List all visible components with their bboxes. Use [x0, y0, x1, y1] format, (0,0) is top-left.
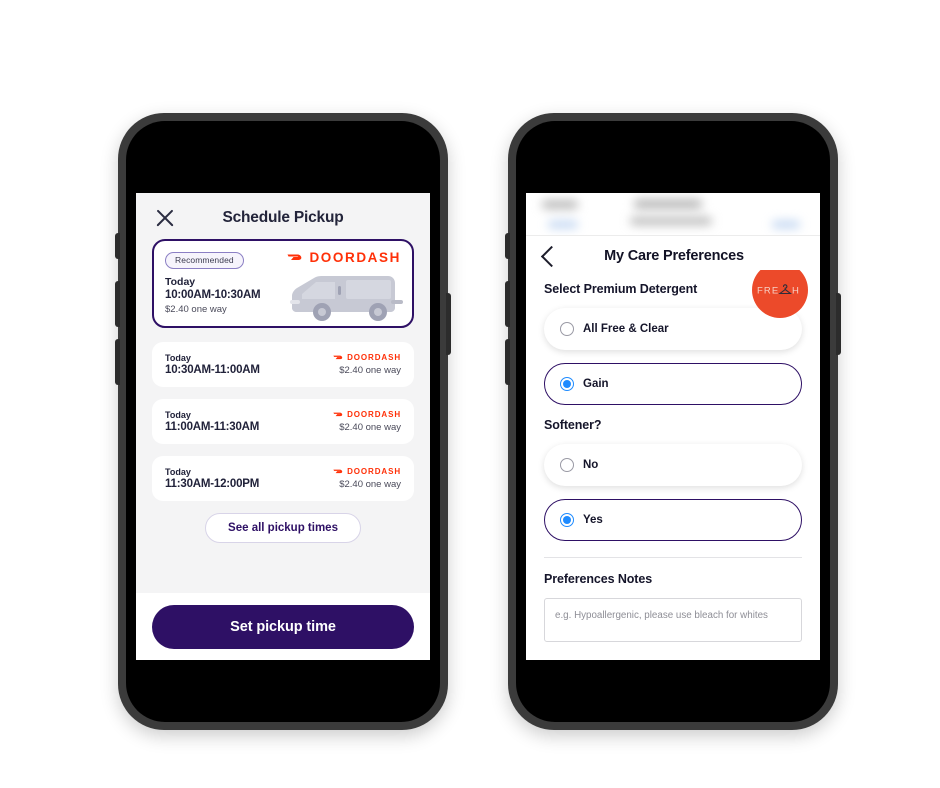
phone-device-right: My Care Preferences FRE H Select Premium…	[505, 113, 841, 730]
svg-text:FRE: FRE	[757, 286, 779, 297]
phone-left-volume-down-button[interactable]	[115, 339, 120, 385]
slot-price: $2.40 one way	[339, 365, 401, 376]
blurred-text-block	[542, 200, 578, 209]
softener-option-no[interactable]: No	[544, 444, 802, 486]
blurred-text-block	[630, 217, 712, 225]
recommended-badge: Recommended	[165, 251, 244, 269]
blurred-text-block	[772, 221, 800, 228]
doordash-logo: DOORDASH	[333, 467, 401, 476]
slot-time: 11:00AM-11:30AM	[165, 421, 260, 433]
doordash-wordmark: DOORDASH	[347, 353, 401, 362]
set-pickup-time-button[interactable]: Set pickup time	[152, 605, 414, 649]
slot-price: $2.40 one way	[339, 479, 401, 490]
radio-icon	[560, 458, 574, 472]
blurred-text-block	[634, 199, 702, 209]
preferences-notes-input[interactable]	[544, 598, 802, 642]
delivery-van-icon	[290, 276, 403, 321]
see-all-pickup-times-button[interactable]: See all pickup times	[205, 513, 361, 543]
option-label: Gain	[583, 378, 609, 390]
detergent-option-all-free-and-clear[interactable]: All Free & Clear	[544, 308, 802, 350]
doordash-logo: DOORDASH	[333, 410, 401, 419]
slot-time: 11:30AM-12:00PM	[165, 478, 260, 490]
blurred-text-block	[548, 221, 578, 228]
schedule-pickup-footer: Set pickup time	[136, 593, 430, 660]
doordash-logo-icon	[333, 355, 343, 360]
doordash-logo: DOORDASH	[333, 353, 401, 362]
slot-price: $2.40 one way	[339, 422, 401, 433]
page-title: Schedule Pickup	[222, 209, 344, 226]
care-preferences-screen: My Care Preferences FRE H Select Premium…	[526, 193, 820, 660]
phone-left-power-button[interactable]	[446, 293, 451, 355]
phone-device-left: Schedule Pickup Recommended Today 10:00A…	[115, 113, 451, 730]
section-divider	[544, 557, 802, 558]
schedule-pickup-screen: Schedule Pickup Recommended Today 10:00A…	[136, 193, 430, 660]
preferences-notes-label: Preferences Notes	[544, 572, 653, 586]
pickup-slot-row[interactable]: Today 10:30AM-11:00AM DOORDASH $2.40 one…	[152, 342, 414, 387]
phone-right-volume-down-button[interactable]	[505, 339, 510, 385]
slot-day: Today	[165, 410, 191, 420]
slot-time: 10:30AM-11:00AM	[165, 364, 260, 376]
doordash-logo-icon	[287, 254, 302, 260]
option-label: Yes	[583, 514, 603, 526]
phone-right-silent-switch[interactable]	[505, 233, 510, 259]
option-label: No	[583, 459, 599, 471]
phone-left-bezel: Schedule Pickup Recommended Today 10:00A…	[126, 121, 440, 722]
doordash-logo-icon	[333, 469, 343, 474]
radio-selected-icon	[560, 377, 574, 391]
doordash-logo-icon	[333, 412, 343, 417]
phone-right-volume-up-button[interactable]	[505, 281, 510, 327]
phone-left-silent-switch[interactable]	[115, 233, 120, 259]
radio-icon	[560, 322, 574, 336]
fresh-brand-logo: FRE H	[752, 270, 808, 318]
svg-text:H: H	[792, 286, 799, 297]
doordash-logo: DOORDASH	[287, 250, 401, 265]
softener-section-label: Softener?	[544, 418, 602, 432]
detergent-option-gain[interactable]: Gain	[544, 363, 802, 405]
schedule-pickup-header: Schedule Pickup	[136, 193, 430, 239]
close-x-icon[interactable]	[154, 207, 176, 229]
blurred-app-bar	[526, 193, 820, 236]
phone-right-power-button[interactable]	[836, 293, 841, 355]
slot-day: Today	[165, 467, 191, 477]
doordash-wordmark: DOORDASH	[309, 250, 401, 265]
radio-selected-icon	[560, 513, 574, 527]
slot-day: Today	[165, 353, 191, 363]
pickup-slot-row[interactable]: Today 11:30AM-12:00PM DOORDASH $2.40 one…	[152, 456, 414, 501]
phone-right-bezel: My Care Preferences FRE H Select Premium…	[516, 121, 830, 722]
page-title: My Care Preferences	[604, 248, 744, 264]
option-label: All Free & Clear	[583, 323, 669, 335]
care-preferences-header: My Care Preferences	[526, 236, 820, 270]
doordash-wordmark: DOORDASH	[347, 467, 401, 476]
fresh-wordmark-hanger-icon: FRE H	[757, 284, 799, 297]
phone-left-volume-up-button[interactable]	[115, 281, 120, 327]
doordash-wordmark: DOORDASH	[347, 410, 401, 419]
pickup-slot-featured[interactable]: Recommended Today 10:00AM-10:30AM $2.40 …	[152, 239, 414, 328]
pickup-slot-list: Recommended Today 10:00AM-10:30AM $2.40 …	[136, 239, 430, 593]
softener-option-yes[interactable]: Yes	[544, 499, 802, 541]
pickup-slot-row[interactable]: Today 11:00AM-11:30AM DOORDASH $2.40 one…	[152, 399, 414, 444]
